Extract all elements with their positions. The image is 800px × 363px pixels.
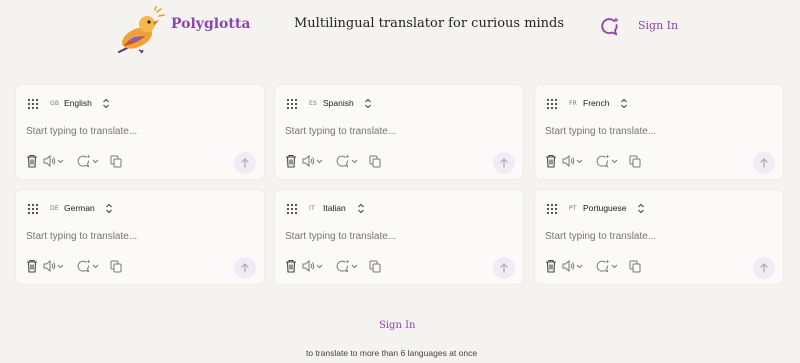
sparkle-bubble-icon[interactable]: [596, 259, 610, 273]
speaker-icon[interactable]: [302, 154, 315, 168]
translate-input[interactable]: [545, 126, 773, 137]
select-updown-icon[interactable]: [637, 203, 645, 214]
sparkle-bubble-icon[interactable]: [77, 154, 91, 168]
sparkle-bubble-icon[interactable]: [596, 154, 610, 168]
chevron-down-icon[interactable]: [92, 259, 99, 273]
arrow-up-icon: [241, 158, 249, 168]
chevron-down-icon[interactable]: [351, 259, 358, 273]
language-card-english: GB English: [16, 85, 264, 179]
header-sign-in-link[interactable]: Sign In: [638, 19, 678, 32]
trash-icon[interactable]: [285, 259, 297, 273]
trash-icon[interactable]: [26, 154, 38, 168]
language-card-german: DE German: [16, 190, 264, 284]
language-code: PT: [569, 205, 577, 212]
speaker-icon[interactable]: [302, 259, 315, 273]
language-card-french: FR French: [535, 85, 783, 179]
speaker-icon[interactable]: [562, 154, 575, 168]
sparkle-bubble-icon[interactable]: [77, 259, 91, 273]
translate-input[interactable]: [545, 231, 773, 242]
trash-icon[interactable]: [285, 154, 297, 168]
chevron-down-icon[interactable]: [92, 154, 99, 168]
copy-icon[interactable]: [110, 259, 122, 273]
speaker-icon[interactable]: [43, 259, 56, 273]
language-name[interactable]: Spanish: [323, 98, 354, 108]
language-code: FR: [569, 100, 578, 107]
trash-icon[interactable]: [545, 154, 557, 168]
arrow-up-icon: [241, 263, 249, 273]
copy-icon[interactable]: [369, 259, 381, 273]
translate-send-button[interactable]: [234, 257, 256, 279]
language-name[interactable]: Italian: [323, 203, 346, 213]
select-updown-icon[interactable]: [364, 98, 372, 109]
chevron-down-icon[interactable]: [57, 154, 64, 168]
chevron-down-icon[interactable]: [351, 154, 358, 168]
chevron-down-icon[interactable]: [576, 259, 583, 273]
language-code: IT: [309, 205, 315, 212]
translate-input[interactable]: [26, 126, 254, 137]
language-name[interactable]: Portuguese: [583, 203, 626, 213]
language-card-spanish: ES Spanish: [275, 85, 523, 179]
trash-icon[interactable]: [26, 259, 38, 273]
drag-handle-icon[interactable]: [546, 98, 558, 110]
drag-handle-icon[interactable]: [27, 203, 39, 215]
logo[interactable]: Polyglotta: [113, 6, 250, 54]
copy-icon[interactable]: [110, 154, 122, 168]
chevron-down-icon[interactable]: [316, 154, 323, 168]
language-card-italian: IT Italian: [275, 190, 523, 284]
speaker-icon[interactable]: [562, 259, 575, 273]
translate-send-button[interactable]: [753, 152, 775, 174]
translate-input[interactable]: [26, 231, 254, 242]
sparkle-bubble-icon[interactable]: [336, 154, 350, 168]
language-name[interactable]: German: [64, 203, 95, 213]
chevron-down-icon[interactable]: [57, 259, 64, 273]
language-name[interactable]: English: [64, 98, 92, 108]
translate-send-button[interactable]: [493, 257, 515, 279]
copy-icon[interactable]: [629, 154, 641, 168]
drag-handle-icon[interactable]: [286, 98, 298, 110]
sparkle-bubble-icon[interactable]: [336, 259, 350, 273]
select-updown-icon[interactable]: [105, 203, 113, 214]
select-updown-icon[interactable]: [357, 203, 365, 214]
select-updown-icon[interactable]: [620, 98, 628, 109]
footer-note: to translate to more than 6 languages at…: [306, 348, 478, 358]
copy-icon[interactable]: [369, 154, 381, 168]
translate-input[interactable]: [285, 126, 513, 137]
language-name[interactable]: French: [583, 98, 609, 108]
speaker-icon[interactable]: [43, 154, 56, 168]
tagline: Multilingual translator for curious mind…: [294, 16, 565, 31]
chevron-down-icon[interactable]: [611, 154, 618, 168]
language-code: DE: [50, 205, 59, 212]
brand-name: Polyglotta: [171, 16, 251, 32]
translate-send-button[interactable]: [234, 152, 256, 174]
header: Polyglotta Multilingual translator for c…: [0, 0, 800, 60]
chevron-down-icon[interactable]: [611, 259, 618, 273]
translate-input[interactable]: [285, 231, 513, 242]
language-code: ES: [309, 100, 317, 107]
arrow-up-icon: [500, 263, 508, 273]
language-code: GB: [50, 100, 60, 107]
arrow-up-icon: [760, 158, 768, 168]
translate-send-button[interactable]: [493, 152, 515, 174]
drag-handle-icon[interactable]: [546, 203, 558, 215]
arrow-up-icon: [760, 263, 768, 273]
arrow-up-icon: [500, 158, 508, 168]
drag-handle-icon[interactable]: [286, 203, 298, 215]
bird-logo-icon: [118, 6, 165, 54]
select-updown-icon[interactable]: [102, 98, 110, 109]
chevron-down-icon[interactable]: [316, 259, 323, 273]
chat-sparkle-icon[interactable]: [600, 16, 620, 36]
language-card-portuguese: PT Portuguese: [535, 190, 783, 284]
copy-icon[interactable]: [629, 259, 641, 273]
footer-sign-in-link[interactable]: Sign In: [379, 320, 415, 331]
trash-icon[interactable]: [545, 259, 557, 273]
translate-send-button[interactable]: [753, 257, 775, 279]
chevron-down-icon[interactable]: [576, 154, 583, 168]
drag-handle-icon[interactable]: [27, 98, 39, 110]
